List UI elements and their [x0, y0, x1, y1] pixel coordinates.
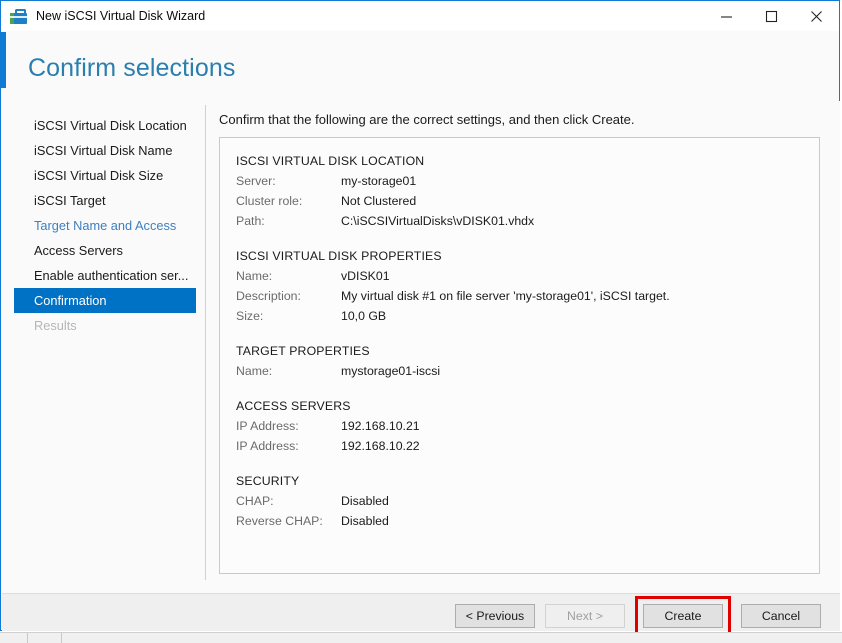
sidebar-item-enable-authentication-service[interactable]: Enable authentication ser... — [14, 263, 196, 288]
cancel-button[interactable]: Cancel — [741, 604, 821, 628]
summary-section-disk-properties: ISCSI VIRTUAL DISK PROPERTIES Name: vDIS… — [236, 246, 819, 326]
section-title: SECURITY — [236, 474, 300, 488]
summary-row: Description: My virtual disk #1 on file … — [236, 286, 819, 306]
row-value: Disabled — [341, 494, 389, 508]
summary-row: Path: C:\iSCSIVirtualDisks\vDISK01.vhdx — [236, 211, 819, 231]
summary-row: Name: vDISK01 — [236, 266, 819, 286]
create-button[interactable]: Create — [643, 604, 723, 628]
row-key: Size: — [236, 309, 264, 323]
summary-row: IP Address: 192.168.10.22 — [236, 436, 819, 456]
row-value: 192.168.10.22 — [341, 439, 420, 453]
section-title: ISCSI VIRTUAL DISK LOCATION — [236, 154, 425, 168]
wizard-footer: < Previous Next > Create Cancel — [2, 593, 840, 636]
row-key: Path: — [236, 214, 265, 228]
toolbox-icon — [10, 8, 27, 25]
row-key: IP Address: — [236, 419, 299, 433]
create-button-highlight: Create — [635, 596, 731, 636]
window-titlebar: New iSCSI Virtual Disk Wizard — [1, 1, 839, 31]
summary-row: Server: my-storage01 — [236, 171, 819, 191]
row-value: 192.168.10.21 — [341, 419, 420, 433]
window-controls — [704, 1, 839, 31]
wizard-step-nav: iSCSI Virtual Disk Location iSCSI Virtua… — [14, 113, 196, 338]
row-value: My virtual disk #1 on file server 'my-st… — [341, 289, 670, 303]
row-value: mystorage01-iscsi — [341, 364, 441, 378]
section-title: TARGET PROPERTIES — [236, 344, 370, 358]
row-key: Cluster role: — [236, 194, 303, 208]
minimize-icon[interactable] — [704, 1, 749, 31]
summary-row: Size: 10,0 GB — [236, 306, 819, 326]
row-key: CHAP: — [236, 494, 274, 508]
sidebar-item-access-servers[interactable]: Access Servers — [14, 238, 196, 263]
row-value: 10,0 GB — [341, 309, 387, 323]
taskbar-strip — [0, 632, 842, 643]
summary-section-security: SECURITY CHAP: Disabled Reverse CHAP: Di… — [236, 471, 819, 531]
button-row: < Previous Next > Create Cancel — [455, 596, 821, 636]
row-key: Reverse CHAP: — [236, 514, 323, 528]
summary-panel: ISCSI VIRTUAL DISK LOCATION Server: my-s… — [219, 137, 820, 574]
row-value: vDISK01 — [341, 269, 390, 283]
row-value: my-storage01 — [341, 174, 417, 188]
wizard-body: iSCSI Virtual Disk Location iSCSI Virtua… — [2, 101, 840, 593]
sidebar-item-iscsi-virtual-disk-location[interactable]: iSCSI Virtual Disk Location — [14, 113, 196, 138]
window-title: New iSCSI Virtual Disk Wizard — [36, 9, 206, 23]
summary-row: IP Address: 192.168.10.21 — [236, 416, 819, 436]
summary-section-disk-location: ISCSI VIRTUAL DISK LOCATION Server: my-s… — [236, 151, 819, 231]
previous-button[interactable]: < Previous — [455, 604, 535, 628]
row-value: Disabled — [341, 514, 389, 528]
desktop-backdrop: New iSCSI Virtual Disk Wizard Confirm se… — [0, 0, 842, 643]
sidebar-item-confirmation[interactable]: Confirmation — [14, 288, 196, 313]
row-key: IP Address: — [236, 439, 299, 453]
content-instruction: Confirm that the following are the corre… — [219, 112, 635, 127]
maximize-icon[interactable] — [749, 1, 794, 31]
summary-section-access-servers: ACCESS SERVERS IP Address: 192.168.10.21… — [236, 396, 819, 456]
close-icon[interactable] — [794, 1, 839, 31]
section-title: ACCESS SERVERS — [236, 399, 351, 413]
sidebar-item-iscsi-target[interactable]: iSCSI Target — [14, 188, 196, 213]
window-accent-bar — [1, 32, 6, 88]
summary-row: CHAP: Disabled — [236, 491, 819, 511]
sidebar-item-iscsi-virtual-disk-size[interactable]: iSCSI Virtual Disk Size — [14, 163, 196, 188]
row-value: Not Clustered — [341, 194, 417, 208]
row-key: Name: — [236, 269, 273, 283]
row-key: Description: — [236, 289, 301, 303]
next-button: Next > — [545, 604, 625, 628]
summary-row: Name: mystorage01-iscsi — [236, 361, 819, 381]
page-title: Confirm selections — [28, 54, 236, 82]
sidebar-item-iscsi-virtual-disk-name[interactable]: iSCSI Virtual Disk Name — [14, 138, 196, 163]
section-title: ISCSI VIRTUAL DISK PROPERTIES — [236, 249, 442, 263]
summary-row: Reverse CHAP: Disabled — [236, 511, 819, 531]
summary-row: Cluster role: Not Clustered — [236, 191, 819, 211]
sidebar-divider — [205, 105, 206, 580]
sidebar-item-results: Results — [34, 318, 77, 333]
summary-section-target-properties: TARGET PROPERTIES Name: mystorage01-iscs… — [236, 341, 819, 381]
row-key: Server: — [236, 174, 276, 188]
row-key: Name: — [236, 364, 273, 378]
wizard-window: New iSCSI Virtual Disk Wizard Confirm se… — [0, 0, 840, 636]
sidebar-item-target-name-and-access[interactable]: Target Name and Access — [14, 213, 196, 238]
row-value: C:\iSCSIVirtualDisks\vDISK01.vhdx — [341, 214, 535, 228]
